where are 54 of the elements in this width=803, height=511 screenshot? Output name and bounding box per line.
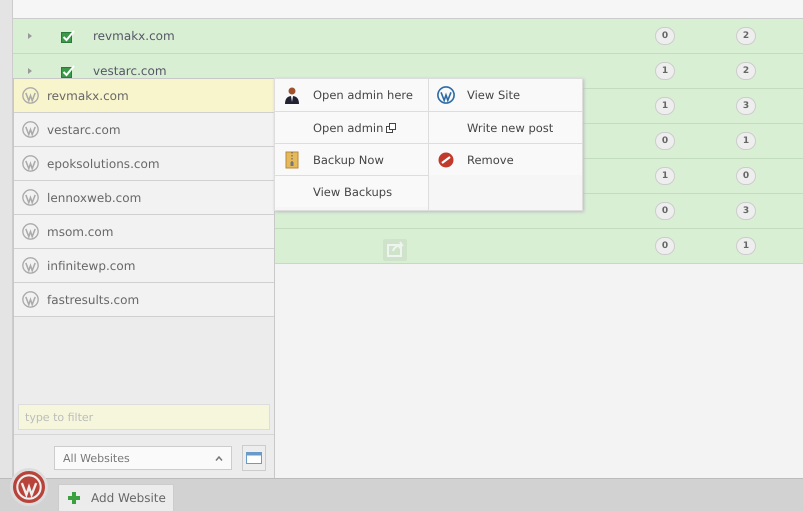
- site-list-item[interactable]: revmakx.com: [14, 79, 274, 113]
- expand-icon[interactable]: [27, 32, 33, 40]
- archive-icon: [283, 150, 301, 168]
- count-badge: 3: [736, 97, 756, 115]
- site-list-item[interactable]: msom.com: [14, 215, 274, 249]
- count-badge: 1: [736, 237, 756, 255]
- menu-item[interactable]: Write new post: [429, 111, 582, 143]
- site-list-item[interactable]: fastresults.com: [14, 283, 274, 317]
- wordpress-icon: [22, 223, 39, 240]
- count-badge: 2: [736, 27, 756, 45]
- wordpress-icon: [22, 121, 39, 138]
- window-icon: [246, 452, 262, 464]
- prohibited-icon: [437, 150, 455, 168]
- menu-item[interactable]: View Site: [429, 79, 582, 111]
- filter-field[interactable]: type to filter: [18, 404, 270, 430]
- site-list-item[interactable]: infinitewp.com: [14, 249, 274, 283]
- wordpress-icon: [22, 291, 39, 308]
- wordpress-icon: [22, 257, 39, 274]
- caret-icon: [215, 456, 223, 460]
- wordpress-icon: [437, 86, 455, 104]
- menu-item[interactable]: Open admin: [275, 111, 428, 143]
- menu-item[interactable]: Backup Now: [275, 143, 428, 175]
- count-badge: 1: [655, 97, 675, 115]
- website-dropdown[interactable]: All Websites: [54, 446, 232, 470]
- count-badge: 0: [655, 237, 675, 255]
- expand-icon[interactable]: [27, 67, 33, 75]
- count-badge: 1: [736, 132, 756, 150]
- wordpress-icon: [22, 189, 39, 206]
- checkbox[interactable]: [61, 64, 75, 78]
- wordpress-icon: [16, 474, 42, 500]
- person-icon: [283, 86, 301, 104]
- count-badge: 0: [655, 132, 675, 150]
- menu-item[interactable]: Open admin here: [275, 79, 428, 111]
- plus-icon: [67, 491, 81, 505]
- count-badge: 0: [655, 27, 675, 45]
- checkbox[interactable]: [61, 30, 75, 42]
- window-icon-button[interactable]: [242, 445, 266, 471]
- site-name: vestarc.com: [93, 64, 168, 78]
- add-website-button[interactable]: Add Website: [58, 484, 174, 511]
- count-badge: 3: [736, 202, 756, 220]
- count-badge: 0: [736, 167, 756, 185]
- count-badge: 2: [736, 62, 756, 80]
- external-window-icon: [386, 123, 396, 134]
- site-name: revmakx.com: [93, 29, 176, 43]
- count-badge: 1: [655, 62, 675, 80]
- count-badge: 1: [655, 167, 675, 185]
- menu-item[interactable]: View Backups: [275, 175, 428, 207]
- site-list-item[interactable]: epoksolutions.com: [14, 147, 274, 181]
- wordpress-icon: [22, 87, 39, 104]
- site-list-item[interactable]: lennoxweb.com: [14, 181, 274, 215]
- site-list-item[interactable]: vestarc.com: [14, 113, 274, 147]
- count-badge: 0: [655, 202, 675, 220]
- wordpress-icon: [22, 155, 39, 172]
- menu-item[interactable]: Remove: [429, 143, 582, 175]
